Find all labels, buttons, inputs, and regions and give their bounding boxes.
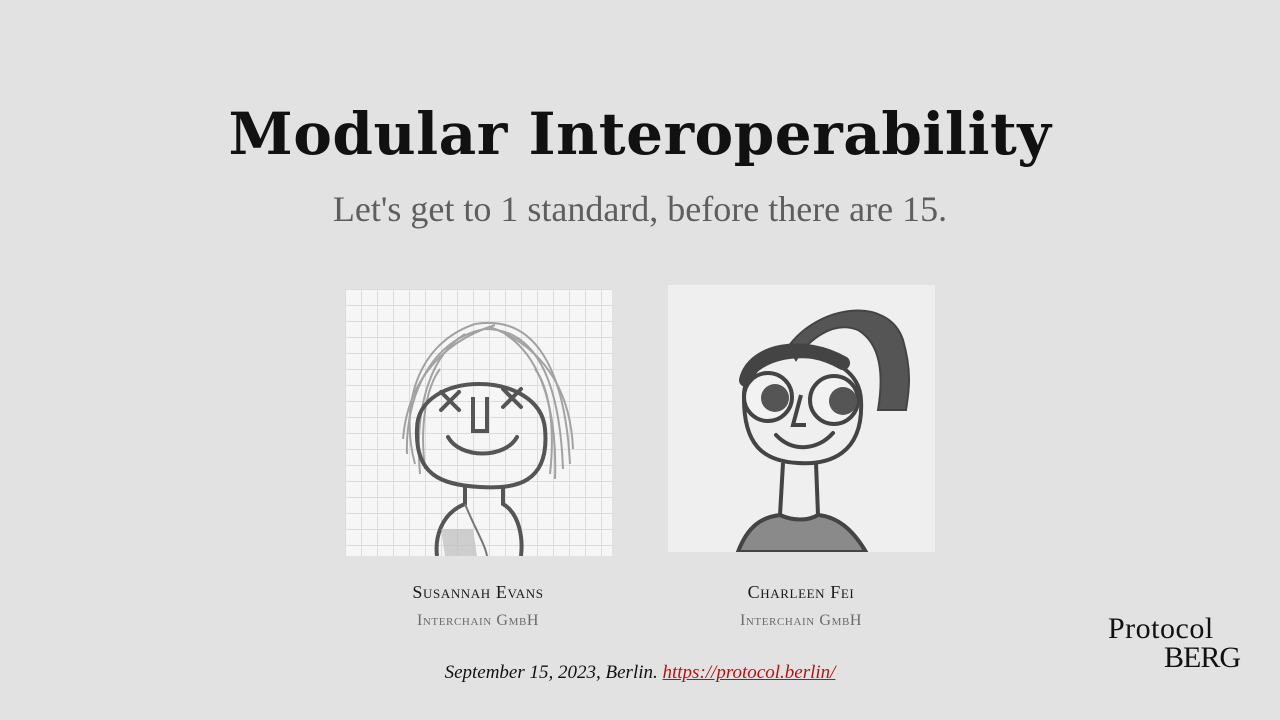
logo-line-1: Protocol xyxy=(1108,612,1214,645)
author-name-2: Charleen Fei xyxy=(747,582,855,602)
portrait-charleen-fei xyxy=(668,285,935,554)
portrait-susannah-evans xyxy=(345,289,612,557)
author-name-1: Susannah Evans xyxy=(412,582,544,602)
footer: September 15, 2023, Berlin. https://prot… xyxy=(0,662,1280,684)
slide-title: Modular Interoperability xyxy=(228,100,1052,168)
logo-line-2: BERG xyxy=(1163,641,1241,674)
author-org-2: Interchain GmbH xyxy=(739,612,863,629)
protocol-berg-logo: Protocol BERG xyxy=(1108,612,1248,674)
slide-subtitle: Let's get to 1 standard, before there ar… xyxy=(332,189,948,229)
footer-link[interactable]: https://protocol.berlin/ xyxy=(663,662,836,683)
footer-date-place: September 15, 2023, Berlin. xyxy=(444,662,658,683)
author-org-1: Interchain GmbH xyxy=(416,612,540,629)
